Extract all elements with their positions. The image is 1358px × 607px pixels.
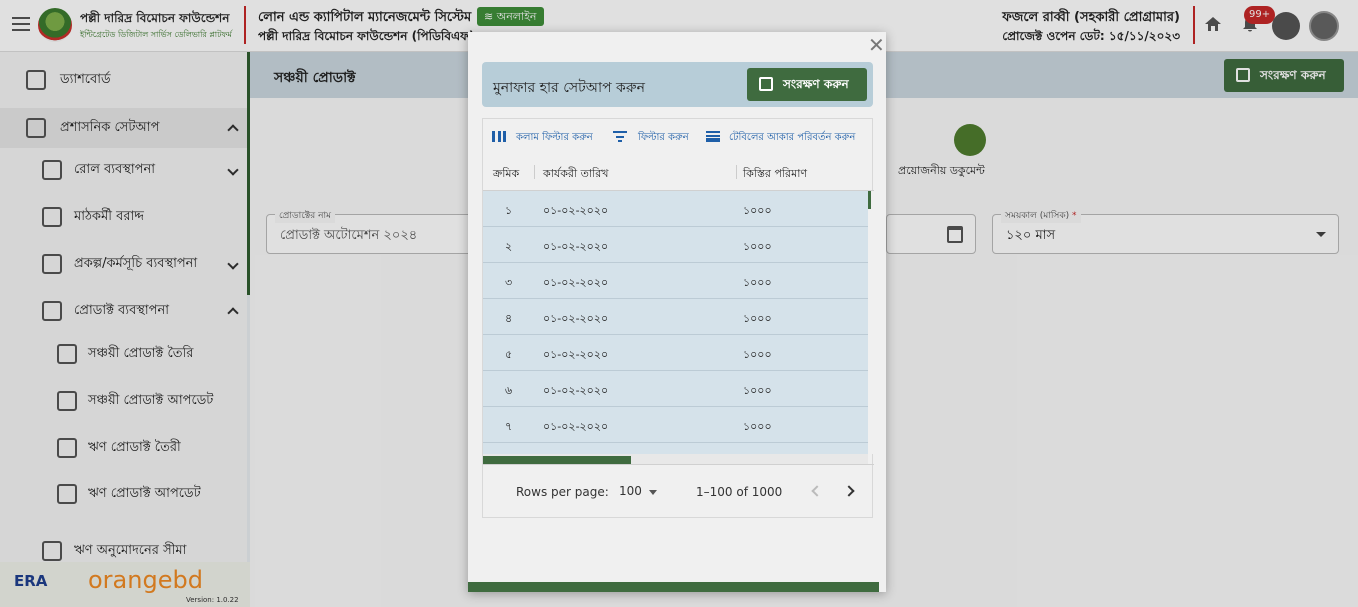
profit-rate-dialog: ✕ মুনাফার হার সেটআপ করুন সংরক্ষণ করুন কল…	[468, 32, 886, 592]
grid-toolbar: কলাম ফিল্টার করুন ফিল্টার করুন টেবিলের আ…	[483, 119, 874, 153]
page-range: 1–100 of 1000	[696, 485, 783, 499]
pagination-footer: Rows per page: 100 1–100 of 1000	[483, 464, 874, 518]
columns-icon[interactable]	[492, 131, 506, 142]
density-icon[interactable]	[706, 131, 720, 142]
cell-installment-amount: ১০০০	[743, 240, 772, 253]
rows-per-page-label: Rows per page:	[516, 485, 609, 499]
table-row[interactable]: ৩ ০১-০২-২০২০ ১০০০	[483, 263, 868, 299]
dialog-title: মুনাফার হার সেটআপ করুন	[493, 80, 645, 96]
cell-serial: ২	[505, 240, 513, 253]
cell-serial: ৭	[505, 420, 513, 433]
cell-effective-date: ০১-০২-২০২০	[543, 348, 609, 361]
cell-effective-date: ০১-০২-২০২০	[543, 384, 609, 397]
cell-installment-amount: ১০০০	[743, 420, 772, 433]
previous-page-icon[interactable]	[811, 485, 823, 497]
save-button-label: সংরক্ষণ করুন	[783, 77, 849, 91]
column-header-installment-amount[interactable]: কিস্তির পরিমাণ	[743, 165, 807, 184]
vertical-scrollbar[interactable]	[868, 191, 874, 454]
column-separator[interactable]	[534, 165, 535, 179]
cell-serial: ১	[505, 204, 513, 217]
caret-down-icon[interactable]	[649, 490, 657, 495]
table-row[interactable]: ৭ ০১-০২-২০২০ ১০০০	[483, 407, 868, 443]
cell-installment-amount: ১০০০	[743, 204, 772, 217]
cell-serial: ৫	[505, 348, 513, 361]
next-page-icon[interactable]	[843, 485, 855, 497]
dialog-save-button[interactable]: সংরক্ষণ করুন	[747, 68, 867, 101]
cell-effective-date: ০১-০২-২০২০	[543, 312, 609, 325]
filter-icon[interactable]	[613, 131, 627, 142]
column-header-serial[interactable]: ক্রমিক	[493, 165, 519, 184]
cell-installment-amount: ১০০০	[743, 276, 772, 289]
dialog-header: মুনাফার হার সেটআপ করুন সংরক্ষণ করুন	[482, 62, 873, 107]
data-grid: কলাম ফিল্টার করুন ফিল্টার করুন টেবিলের আ…	[482, 118, 874, 518]
horizontal-scrollbar[interactable]	[483, 454, 868, 464]
table-row[interactable]: ৪ ০১-০২-২০২০ ১০০০	[483, 299, 868, 335]
cell-installment-amount: ১০০০	[743, 348, 772, 361]
cell-serial: ৪	[505, 312, 513, 325]
save-icon	[759, 77, 773, 91]
table-row[interactable]: ৬ ০১-০২-২০২০ ১০০০	[483, 371, 868, 407]
cell-installment-amount: ১০০০	[743, 384, 772, 397]
cell-effective-date: ০১-০২-২০২০	[543, 240, 609, 253]
column-separator[interactable]	[736, 165, 737, 179]
column-header-effective-date[interactable]: কার্যকরী তারিখ	[543, 165, 608, 184]
table-body: ১ ০১-০২-২০২০ ১০০০ ২ ০১-০২-২০২০ ১০০০ ৩ ০১…	[483, 191, 868, 454]
table-row[interactable]: ৫ ০১-০২-২০২০ ১০০০	[483, 335, 868, 371]
cell-serial: ৩	[505, 276, 513, 289]
density-button[interactable]: টেবিলের আকার পরিবর্তন করুন	[729, 130, 855, 147]
filter-button[interactable]: ফিল্টার করুন	[638, 130, 689, 147]
rows-per-page-select[interactable]: 100	[619, 484, 642, 498]
cell-serial: ৬	[505, 384, 513, 397]
table-row[interactable]: ১ ০১-০২-২০২০ ১০০০	[483, 191, 868, 227]
cell-effective-date: ০১-০২-২০২০	[543, 420, 609, 433]
table-header: ক্রমিক কার্যকরী তারিখ কিস্তির পরিমাণ	[483, 153, 874, 191]
cell-installment-amount: ১০০০	[743, 312, 772, 325]
columns-button[interactable]: কলাম ফিল্টার করুন	[516, 130, 593, 147]
vertical-scroll-thumb[interactable]	[868, 191, 871, 209]
close-icon[interactable]: ✕	[868, 35, 885, 55]
cell-effective-date: ০১-০২-২০২০	[543, 276, 609, 289]
dialog-bottom-bar	[468, 582, 879, 592]
horizontal-scroll-thumb[interactable]	[483, 456, 631, 464]
table-row[interactable]: ২ ০১-০২-২০২০ ১০০০	[483, 227, 868, 263]
cell-effective-date: ০১-০২-২০২০	[543, 204, 609, 217]
